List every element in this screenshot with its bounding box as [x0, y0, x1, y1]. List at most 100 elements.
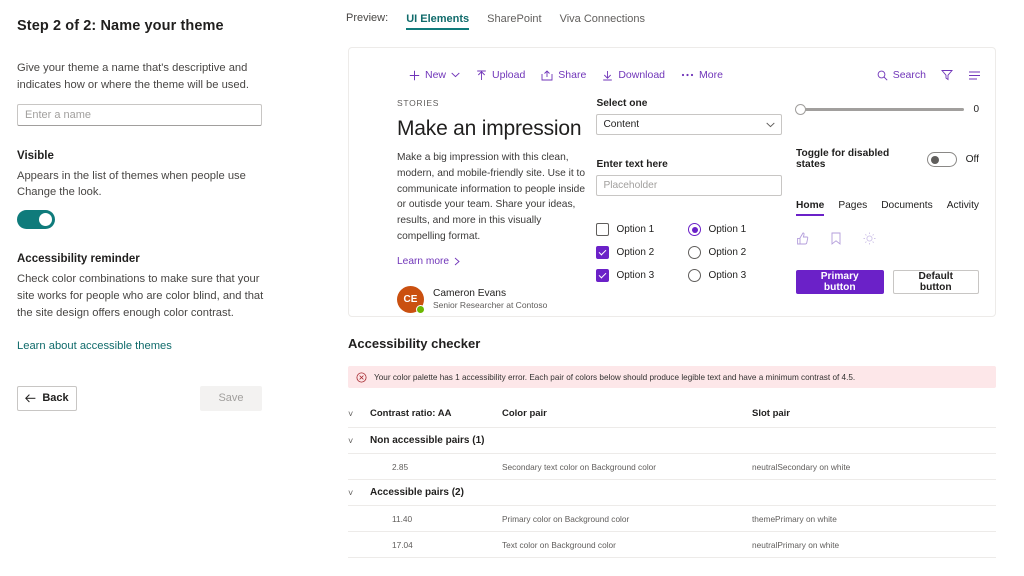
- persona-name: Cameron Evans: [433, 288, 507, 300]
- radio-option-1[interactable]: Option 1: [688, 223, 780, 236]
- download-button-label: Download: [618, 69, 666, 81]
- checkbox-unchecked-icon: [596, 223, 610, 236]
- nav-item-pages[interactable]: Pages: [838, 200, 867, 216]
- slider-thumb[interactable]: [795, 104, 806, 115]
- disabled-states-toggle[interactable]: [927, 151, 957, 167]
- slider-value: 0: [973, 104, 979, 115]
- select-one-dropdown[interactable]: Content: [596, 114, 782, 135]
- button-row: Primary button Default button: [796, 270, 979, 294]
- plus-icon: [409, 70, 420, 80]
- back-button[interactable]: Back: [17, 385, 77, 411]
- chevron-down-icon[interactable]: ˅: [348, 409, 370, 419]
- nav-item-home[interactable]: Home: [796, 200, 825, 216]
- share-button-label: Share: [558, 69, 587, 81]
- text-field-input[interactable]: [596, 175, 782, 196]
- upload-button[interactable]: Upload: [476, 69, 525, 81]
- nav-item-activity[interactable]: Activity: [947, 200, 979, 216]
- hero-column: STORIES Make an impression Make a big im…: [397, 98, 588, 314]
- cell-color-pair: Secondary text color on Background color: [502, 461, 657, 472]
- more-button-label: More: [699, 69, 723, 81]
- nav-item-documents[interactable]: Documents: [881, 200, 933, 216]
- cell-contrast-ratio: 2.85: [392, 461, 409, 472]
- checkbox-option-3-label: Option 3: [616, 270, 655, 281]
- avatar: CE: [397, 285, 425, 314]
- accessibility-checker: Accessibility checker Your color palette…: [348, 336, 996, 558]
- text-field-label: Enter text here: [596, 159, 668, 170]
- checkbox-option-1[interactable]: Option 1: [596, 223, 688, 236]
- new-button[interactable]: New: [409, 69, 460, 81]
- column-header-slot-pair: Slot pair: [752, 408, 791, 419]
- cell-contrast-ratio: 17.04: [392, 539, 413, 550]
- learn-more-link[interactable]: Learn more: [397, 256, 461, 267]
- group-title-non-accessible: Non accessible pairs (1): [370, 435, 485, 446]
- persona-role: Senior Researcher at Contoso: [433, 300, 548, 311]
- accessibility-checker-title: Accessibility checker: [348, 336, 481, 351]
- tab-viva-connections[interactable]: Viva Connections: [560, 13, 645, 30]
- list-icon[interactable]: [968, 70, 981, 81]
- accessible-themes-link[interactable]: Learn about accessible themes: [17, 340, 282, 352]
- bookmark-icon[interactable]: [830, 232, 842, 250]
- download-button[interactable]: Download: [602, 69, 665, 81]
- radio-option-2[interactable]: Option 2: [688, 246, 780, 259]
- cell-slot-pair: neutralPrimary on white: [752, 539, 840, 550]
- select-label: Select one: [596, 98, 648, 109]
- hero-body: Make a big impression with this clean, m…: [397, 152, 586, 243]
- table-row: 11.40 Primary color on Background color …: [348, 506, 996, 532]
- chevron-down-icon[interactable]: ˅: [348, 488, 370, 498]
- upload-icon: [477, 70, 486, 80]
- radio-option-1-label: Option 1: [708, 224, 747, 235]
- hero-eyebrow: STORIES: [397, 98, 440, 108]
- filter-icon[interactable]: [941, 69, 953, 81]
- group-row-non-accessible[interactable]: ˅ Non accessible pairs (1): [348, 428, 996, 454]
- checkbox-option-2-label: Option 2: [616, 247, 655, 258]
- more-button[interactable]: More: [681, 69, 723, 81]
- share-icon: [541, 69, 553, 80]
- learn-more-label: Learn more: [397, 255, 450, 267]
- site-nav: Home Pages Documents Activity: [796, 200, 979, 216]
- cell-color-pair: Primary color on Background color: [502, 513, 630, 524]
- toggle-knob: [39, 213, 52, 227]
- new-button-label: New: [425, 69, 447, 81]
- radio-option-3[interactable]: Option 3: [688, 269, 780, 282]
- preview-columns: STORIES Make an impression Make a big im…: [349, 92, 995, 314]
- share-button[interactable]: Share: [541, 69, 586, 81]
- radio-option-3-label: Option 3: [708, 270, 747, 281]
- arrow-left-icon: [25, 393, 36, 402]
- default-button[interactable]: Default button: [892, 270, 979, 294]
- like-icon[interactable]: [796, 232, 809, 250]
- checkbox-option-3[interactable]: Option 3: [596, 269, 688, 282]
- visible-heading: Visible: [17, 149, 54, 162]
- theme-name-input[interactable]: [17, 103, 262, 126]
- slider-track[interactable]: [795, 104, 965, 115]
- tab-ui-elements[interactable]: UI Elements: [406, 13, 469, 30]
- primary-button[interactable]: Primary button: [796, 270, 884, 294]
- back-button-label: Back: [42, 392, 69, 405]
- cell-contrast-ratio: 11.40: [392, 513, 413, 524]
- brightness-icon[interactable]: [863, 232, 876, 250]
- slider[interactable]: 0: [795, 104, 979, 115]
- checkbox-option-2[interactable]: Option 2: [596, 246, 688, 259]
- search-button[interactable]: Search: [877, 69, 926, 81]
- group-row-accessible[interactable]: ˅ Accessible pairs (2): [348, 480, 996, 506]
- select-one-value: Content: [603, 119, 640, 130]
- table-row: 2.85 Secondary text color on Background …: [348, 454, 996, 480]
- radio-unselected-icon: [688, 246, 702, 259]
- chevron-right-icon: [454, 257, 460, 266]
- visible-description: Appears in the list of themes when peopl…: [17, 169, 246, 199]
- save-button[interactable]: Save: [200, 385, 262, 411]
- persona: CE Cameron Evans Senior Researcher at Co…: [397, 285, 588, 314]
- chevron-down-icon[interactable]: ˅: [348, 436, 370, 446]
- hero-title: Make an impression: [397, 117, 582, 140]
- visible-toggle[interactable]: [17, 210, 55, 230]
- chevron-down-icon: [766, 122, 775, 127]
- command-bar: New Upload Share Download More Search: [349, 58, 995, 92]
- disabled-states-toggle-state: Off: [965, 153, 979, 165]
- radio-group: Option 1 Option 2 Option 3: [688, 223, 780, 292]
- left-panel: Step 2 of 2: Name your theme Give your t…: [0, 0, 300, 576]
- checkbox-option-1-label: Option 1: [616, 224, 655, 235]
- disabled-states-toggle-row: Toggle for disabled states Off: [796, 148, 979, 170]
- group-title-accessible: Accessible pairs (2): [370, 487, 464, 498]
- table-header-row: ˅ Contrast ratio: AA Color pair Slot pai…: [348, 400, 996, 428]
- tab-sharepoint[interactable]: SharePoint: [487, 13, 541, 30]
- preview-tabs: Preview: UI Elements SharePoint Viva Con…: [346, 0, 1024, 30]
